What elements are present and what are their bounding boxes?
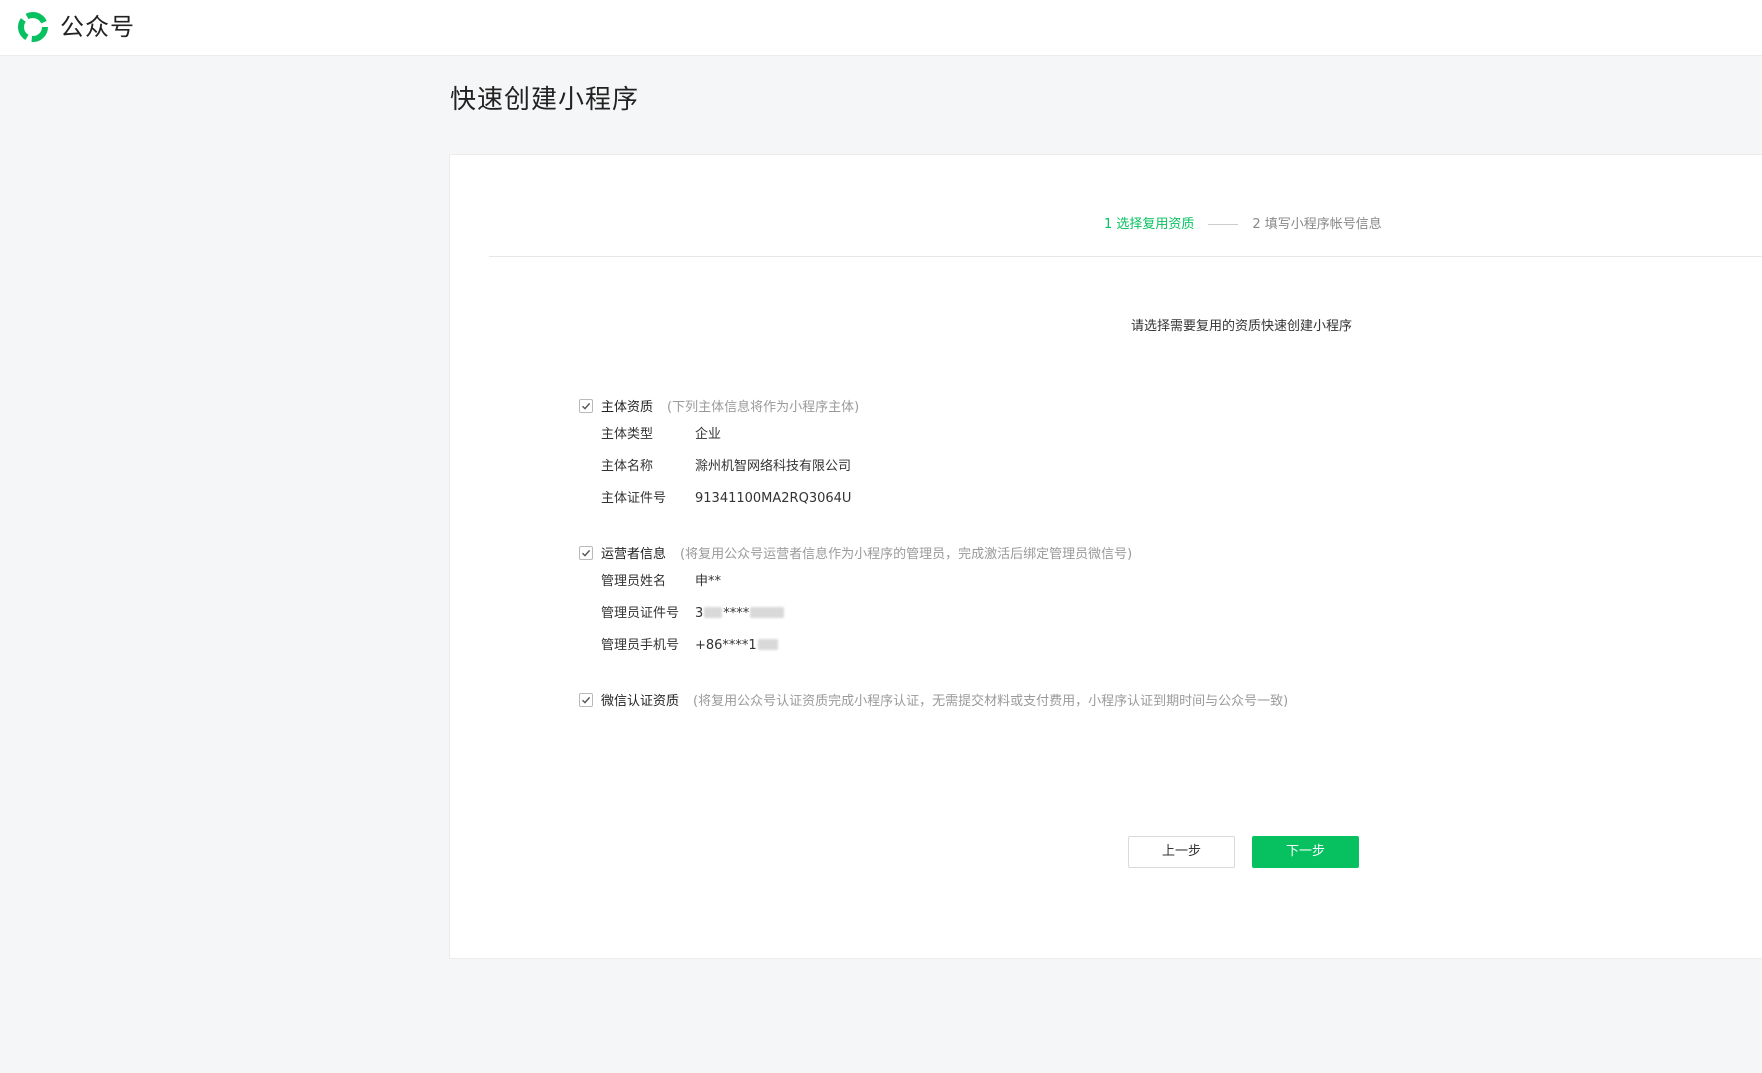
detail-row: 管理员手机号 +86****1 <box>579 630 1132 662</box>
row-value-masked: 3 **** <box>695 606 785 621</box>
row-value: 申** <box>695 574 722 589</box>
logo-text[interactable]: 公众号 <box>60 11 135 43</box>
detail-row: 管理员姓名 申** <box>579 566 1132 598</box>
row-label: 主体证件号 <box>601 491 667 506</box>
row-value-masked: +86****1 <box>695 638 779 653</box>
main-card: 1 选择复用资质 2 填写小程序帐号信息 请选择需要复用的资质快速创建小程序 主体… <box>449 154 1762 959</box>
top-bar: 公众号 <box>0 0 1762 56</box>
step-indicator: 1 选择复用资质 2 填写小程序帐号信息 <box>1104 215 1382 235</box>
entity-section-note: (下列主体信息将作为小程序主体) <box>667 400 860 415</box>
step-2-label: 2 填写小程序帐号信息 <box>1252 217 1382 232</box>
step-divider <box>489 256 1762 257</box>
detail-row: 主体证件号 91341100MA2RQ3064U <box>579 483 859 515</box>
value-prefix: 3 <box>695 606 704 621</box>
wechat-cert-checkbox[interactable] <box>579 692 593 707</box>
row-label: 管理员姓名 <box>601 574 667 589</box>
next-step-button[interactable]: 下一步 <box>1252 836 1359 868</box>
entity-section: 主体资质 (下列主体信息将作为小程序主体) 主体类型 企业 主体名称 滁州机智网络科技… <box>579 397 859 515</box>
wechat-cert-section-header: 微信认证资质 (将复用公众号认证资质完成小程序认证，无需提交材料或支付费用，小程序… <box>579 691 1288 713</box>
checkmark-icon <box>582 549 591 557</box>
row-value: 滁州机智网络科技有限公司 <box>695 459 852 474</box>
step-1-label: 1 选择复用资质 <box>1104 217 1195 232</box>
row-label: 管理员证件号 <box>601 606 680 621</box>
entity-checkbox[interactable] <box>579 398 593 413</box>
detail-row: 管理员证件号 3 **** <box>579 598 1132 630</box>
entity-section-title: 主体资质 <box>601 400 654 415</box>
wechat-cert-section-title: 微信认证资质 <box>601 694 680 709</box>
instruction-text: 请选择需要复用的资质快速创建小程序 <box>1131 319 1353 334</box>
row-value: 企业 <box>695 427 722 442</box>
prev-step-button[interactable]: 上一步 <box>1128 836 1235 868</box>
row-label: 主体名称 <box>601 459 654 474</box>
blurred-text <box>704 607 723 618</box>
detail-row: 主体名称 滁州机智网络科技有限公司 <box>579 451 859 483</box>
blurred-text <box>750 607 785 618</box>
operator-checkbox[interactable] <box>579 545 593 560</box>
checkmark-icon <box>582 696 591 704</box>
operator-section: 运营者信息 (将复用公众号运营者信息作为小程序的管理员，完成激活后绑定管理员微信号… <box>579 544 1132 662</box>
row-value: 91341100MA2RQ3064U <box>695 491 852 506</box>
step-connector <box>1208 224 1239 225</box>
row-label: 主体类型 <box>601 427 654 442</box>
operator-section-note: (将复用公众号运营者信息作为小程序的管理员，完成激活后绑定管理员微信号) <box>680 547 1133 562</box>
operator-section-title: 运营者信息 <box>601 547 667 562</box>
wechat-official-account-icon[interactable] <box>16 10 50 44</box>
entity-section-header: 主体资质 (下列主体信息将作为小程序主体) <box>579 397 859 419</box>
operator-section-header: 运营者信息 (将复用公众号运营者信息作为小程序的管理员，完成激活后绑定管理员微信号… <box>579 544 1132 566</box>
checkmark-icon <box>582 402 591 410</box>
value-mid: **** <box>723 606 750 621</box>
row-label: 管理员手机号 <box>601 638 680 653</box>
wechat-cert-section-note: (将复用公众号认证资质完成小程序认证，无需提交材料或支付费用，小程序认证到期时间… <box>693 694 1289 709</box>
wechat-cert-section: 微信认证资质 (将复用公众号认证资质完成小程序认证，无需提交材料或支付费用，小程序… <box>579 691 1288 713</box>
detail-row: 主体类型 企业 <box>579 419 859 451</box>
value-prefix: +86****1 <box>695 638 757 653</box>
blurred-text <box>757 639 778 650</box>
page-title: 快速创建小程序 <box>450 85 640 115</box>
